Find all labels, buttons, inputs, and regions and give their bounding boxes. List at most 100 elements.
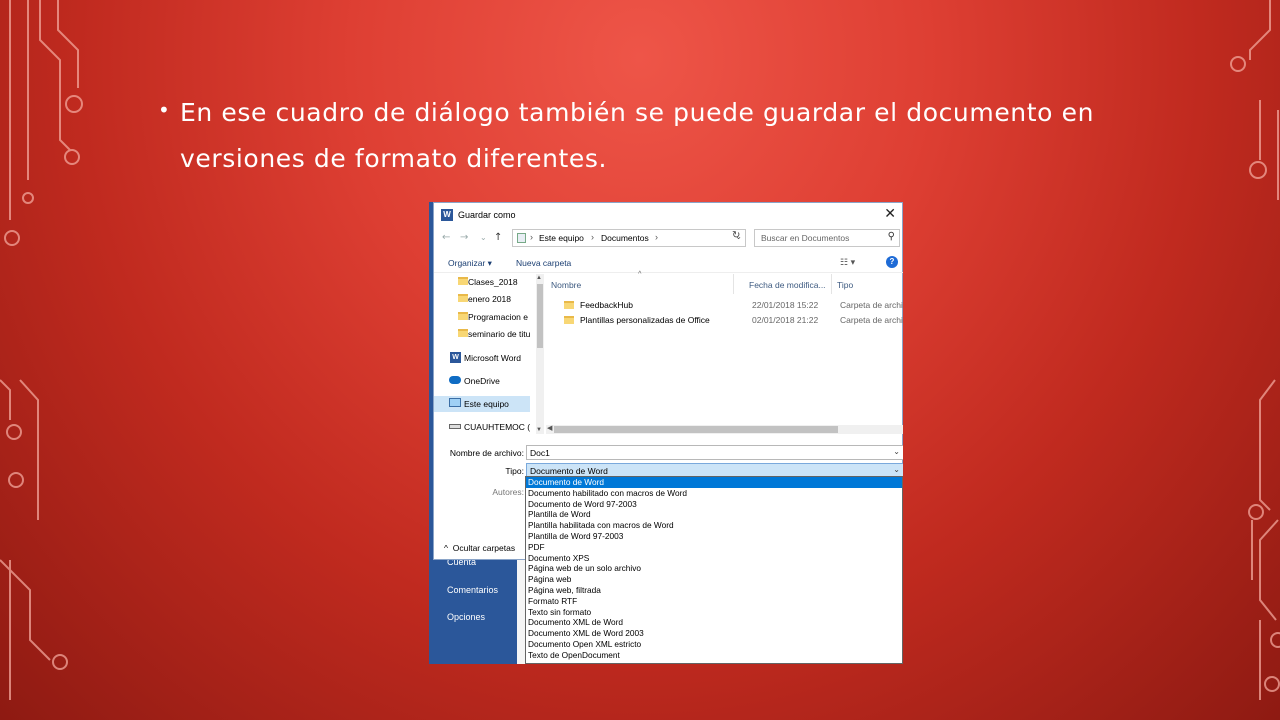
folder-icon [458, 294, 468, 302]
new-folder-button[interactable]: Nueva carpeta [516, 258, 571, 268]
file-type-option[interactable]: Documento XML de Word 2003 [526, 628, 902, 639]
file-type-option[interactable]: Página web de un solo archivo [526, 563, 902, 574]
file-type-dropdown-list: Documento de Word Documento habilitado co… [525, 476, 903, 664]
bullet-line-1: En ese cuadro de diálogo también se pued… [180, 98, 1095, 127]
chevron-right-icon: › [591, 232, 594, 242]
dialog-titlebar: W Guardar como ✕ [434, 203, 902, 227]
scroll-down-icon[interactable]: ▼ [536, 427, 542, 433]
circuit-decoration-left [0, 0, 83, 700]
nav-item-este-equipo[interactable]: Este equipo [434, 396, 530, 412]
hide-folders-button[interactable]: ^ Ocultar carpetas [444, 543, 515, 553]
column-header-tipo[interactable]: Tipo [832, 274, 903, 294]
filename-field[interactable]: Doc1 ⌄ [526, 445, 903, 460]
scroll-left-icon[interactable]: ◀ [547, 424, 552, 432]
file-type-option[interactable]: Página web, filtrada [526, 585, 902, 596]
file-row[interactable]: Plantillas personalizadas de Office 02/0… [546, 313, 903, 328]
view-options-icon[interactable]: ☷ ▾ [840, 257, 855, 268]
bullet-text: En ese cuadro de diálogo también se pued… [180, 90, 1138, 182]
file-type-value: Documento de Word [530, 466, 608, 476]
file-type-option[interactable]: Documento habilitado con macros de Word [526, 488, 902, 499]
folder-icon [458, 312, 468, 320]
address-row: ← → ⌄ ↑ › Este equipo › Documentos › ⌄ ↻… [434, 229, 903, 249]
file-type: Carpeta de archiv [840, 315, 903, 325]
column-header-nombre[interactable]: Nombre ^ [546, 271, 734, 294]
nav-item-onedrive[interactable]: OneDrive [434, 373, 530, 389]
folder-icon [564, 301, 574, 309]
address-bar[interactable]: › Este equipo › Documentos › ⌄ [512, 229, 746, 247]
search-input[interactable]: Buscar en Documentos ⚲ [754, 229, 900, 247]
folder-icon [458, 277, 468, 285]
file-date: 02/01/2018 21:22 [752, 315, 819, 325]
chevron-up-icon: ^ [444, 543, 448, 553]
file-type-option[interactable]: Documento XPS [526, 553, 902, 564]
close-icon[interactable]: ✕ [884, 206, 896, 222]
forward-arrow-icon[interactable]: → [460, 232, 468, 243]
file-type-option[interactable]: Plantilla habilitada con macros de Word [526, 520, 902, 531]
search-icon[interactable]: ⚲ [888, 231, 895, 242]
save-dialog-screenshot: Cuenta Comentarios Opciones W Guardar co… [429, 202, 903, 664]
file-type-option[interactable]: Texto de OpenDocument [526, 650, 902, 661]
nav-item-seminario[interactable]: seminario de titu [434, 326, 530, 342]
help-icon[interactable]: ? [886, 256, 898, 268]
file-list-scrollbar[interactable]: ◀ [546, 425, 903, 434]
file-date: 22/01/2018 15:22 [752, 300, 819, 310]
authors-label: Autores: [492, 487, 524, 497]
file-type-option[interactable]: Documento de Word [526, 477, 902, 488]
nav-scrollbar[interactable]: ▲ ▼ [536, 274, 544, 434]
nav-item-clases-2018[interactable]: Clases_2018 [434, 274, 530, 290]
file-type-option[interactable]: Documento Open XML estricto [526, 639, 902, 650]
nav-item-programacion[interactable]: Programacion e [434, 309, 530, 325]
backstage-item-opciones[interactable]: Opciones [447, 612, 485, 622]
up-arrow-icon[interactable]: ↑ [494, 232, 502, 243]
nav-item-cuauhtemoc[interactable]: CUAUHTEMOC (D [434, 419, 530, 434]
cloud-icon [449, 376, 461, 384]
nav-item-enero-2018[interactable]: enero 2018 [434, 291, 530, 307]
scroll-up-icon[interactable]: ▲ [536, 275, 542, 281]
computer-icon [449, 398, 461, 407]
file-list: Nombre ^ Fecha de modifica... Tipo Feedba… [546, 271, 903, 424]
bullet-icon: • [158, 98, 170, 122]
refresh-icon[interactable]: ↻ [732, 230, 740, 241]
folder-icon [564, 316, 574, 324]
chevron-right-icon: › [530, 232, 533, 242]
backstage-item-comentarios[interactable]: Comentarios [447, 585, 498, 595]
nav-item-microsoft-word[interactable]: W Microsoft Word [434, 350, 530, 366]
file-type-option[interactable]: Texto sin formato [526, 607, 902, 618]
file-type-option[interactable]: Página web [526, 574, 902, 585]
file-row[interactable]: FeedbackHub 22/01/2018 15:22 Carpeta de … [546, 298, 903, 313]
dialog-title: Guardar como [458, 210, 516, 220]
organize-button[interactable]: Organizar ▾ [448, 258, 492, 269]
file-type-option[interactable]: Documento XML de Word [526, 617, 902, 628]
chevron-right-icon: › [655, 232, 658, 242]
recent-dropdown-icon[interactable]: ⌄ [480, 233, 487, 242]
circuit-decoration-right [1230, 0, 1280, 700]
scrollbar-thumb[interactable] [554, 426, 838, 433]
chevron-down-icon[interactable]: ⌄ [893, 465, 900, 474]
chevron-down-icon[interactable]: ⌄ [893, 447, 900, 456]
dialog-toolbar: Organizar ▾ Nueva carpeta ☷ ▾ ? [434, 253, 903, 273]
filename-label: Nombre de archivo: [449, 448, 524, 458]
type-label: Tipo: [505, 466, 524, 476]
word-icon: W [441, 209, 453, 221]
file-type-option[interactable]: Plantilla de Word 97-2003 [526, 531, 902, 542]
column-header-fecha[interactable]: Fecha de modifica... [744, 274, 832, 294]
file-name: FeedbackHub [580, 300, 633, 310]
file-type: Carpeta de archiv [840, 300, 903, 310]
filename-value: Doc1 [530, 448, 550, 458]
folder-icon [458, 329, 468, 337]
file-type-option[interactable]: Formato RTF [526, 596, 902, 607]
bullet-line-2: versiones de formato diferentes. [180, 144, 608, 173]
file-name: Plantillas personalizadas de Office [580, 315, 710, 325]
file-type-option[interactable]: PDF [526, 542, 902, 553]
breadcrumb-este-equipo[interactable]: Este equipo [539, 233, 584, 243]
navigation-pane: Clases_2018 enero 2018 Programacion e se… [434, 274, 536, 434]
hide-folders-label: Ocultar carpetas [452, 543, 516, 553]
search-placeholder: Buscar en Documentos [761, 233, 850, 243]
word-icon: W [450, 352, 461, 363]
drive-icon [449, 424, 461, 429]
back-arrow-icon[interactable]: ← [442, 232, 450, 243]
file-type-option[interactable]: Plantilla de Word [526, 509, 902, 520]
file-type-option[interactable]: Documento de Word 97-2003 [526, 499, 902, 510]
scrollbar-thumb[interactable] [537, 284, 543, 348]
breadcrumb-documentos[interactable]: Documentos [601, 233, 649, 243]
